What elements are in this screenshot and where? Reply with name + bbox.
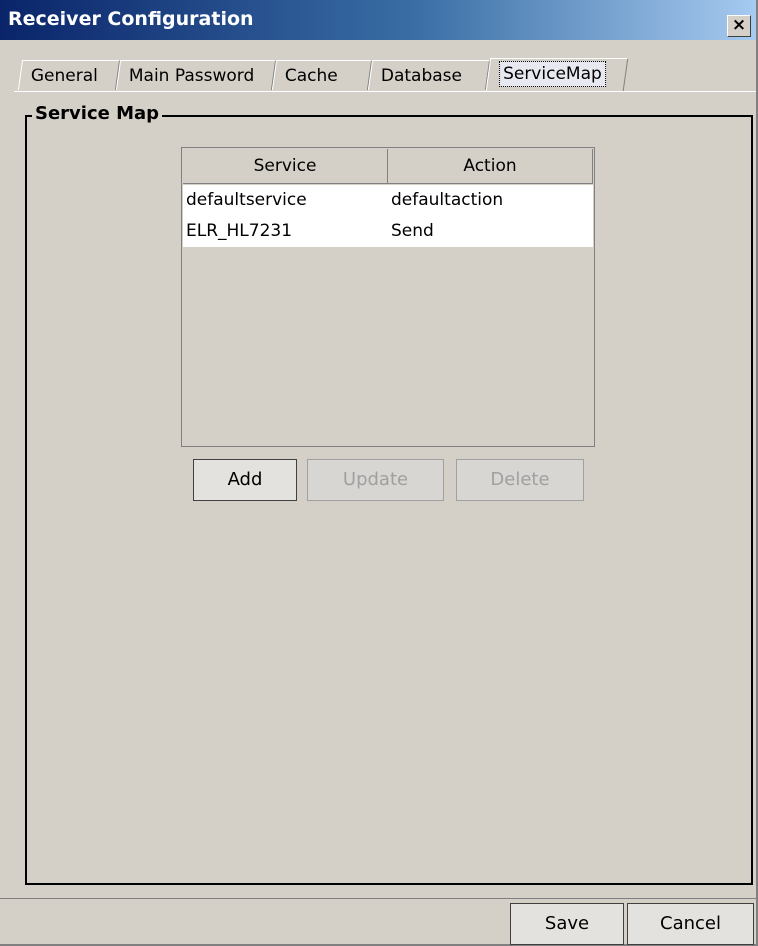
action-cell: Send [391,221,434,241]
close-icon[interactable]: × [727,15,751,37]
tab-general[interactable]: General [17,60,121,90]
footer-divider [0,898,756,899]
tab-label: General [30,66,98,86]
window-title: Receiver Configuration [8,8,254,30]
table-row[interactable]: defaultservice defaultaction [183,185,593,216]
tab-label: Cache [284,66,338,86]
tab-cache[interactable]: Cache [271,60,373,90]
cancel-button[interactable]: Cancel [627,903,754,945]
delete-button[interactable]: Delete [456,459,584,501]
table-header: Service Action [183,149,593,184]
service-cell: defaultservice [186,190,307,210]
service-cell: ELR_HL7231 [186,221,293,241]
table-row[interactable]: ELR_HL7231 Send [183,216,593,247]
action-cell: defaultaction [391,190,504,210]
update-button[interactable]: Update [307,459,444,501]
add-button[interactable]: Add [193,459,297,501]
column-header-service[interactable]: Service [183,149,388,184]
tab-label: ServiceMap [499,61,606,87]
title-bar[interactable]: Receiver Configuration × [0,0,756,40]
tab-strip-divider [14,91,756,92]
column-header-action[interactable]: Action [388,149,593,184]
save-button[interactable]: Save [510,903,624,945]
tab-label: Main Password [128,66,255,86]
tab-database[interactable]: Database [367,60,491,90]
tab-main-password[interactable]: Main Password [115,60,277,90]
service-map-group-label: Service Map [32,103,163,124]
tab-label: Database [380,66,462,86]
service-map-table[interactable]: Service Action defaultservice defaultact… [181,147,595,447]
receiver-configuration-window: Receiver Configuration × General Main Pa… [0,0,758,946]
tab-servicemap[interactable]: ServiceMap [485,58,629,91]
